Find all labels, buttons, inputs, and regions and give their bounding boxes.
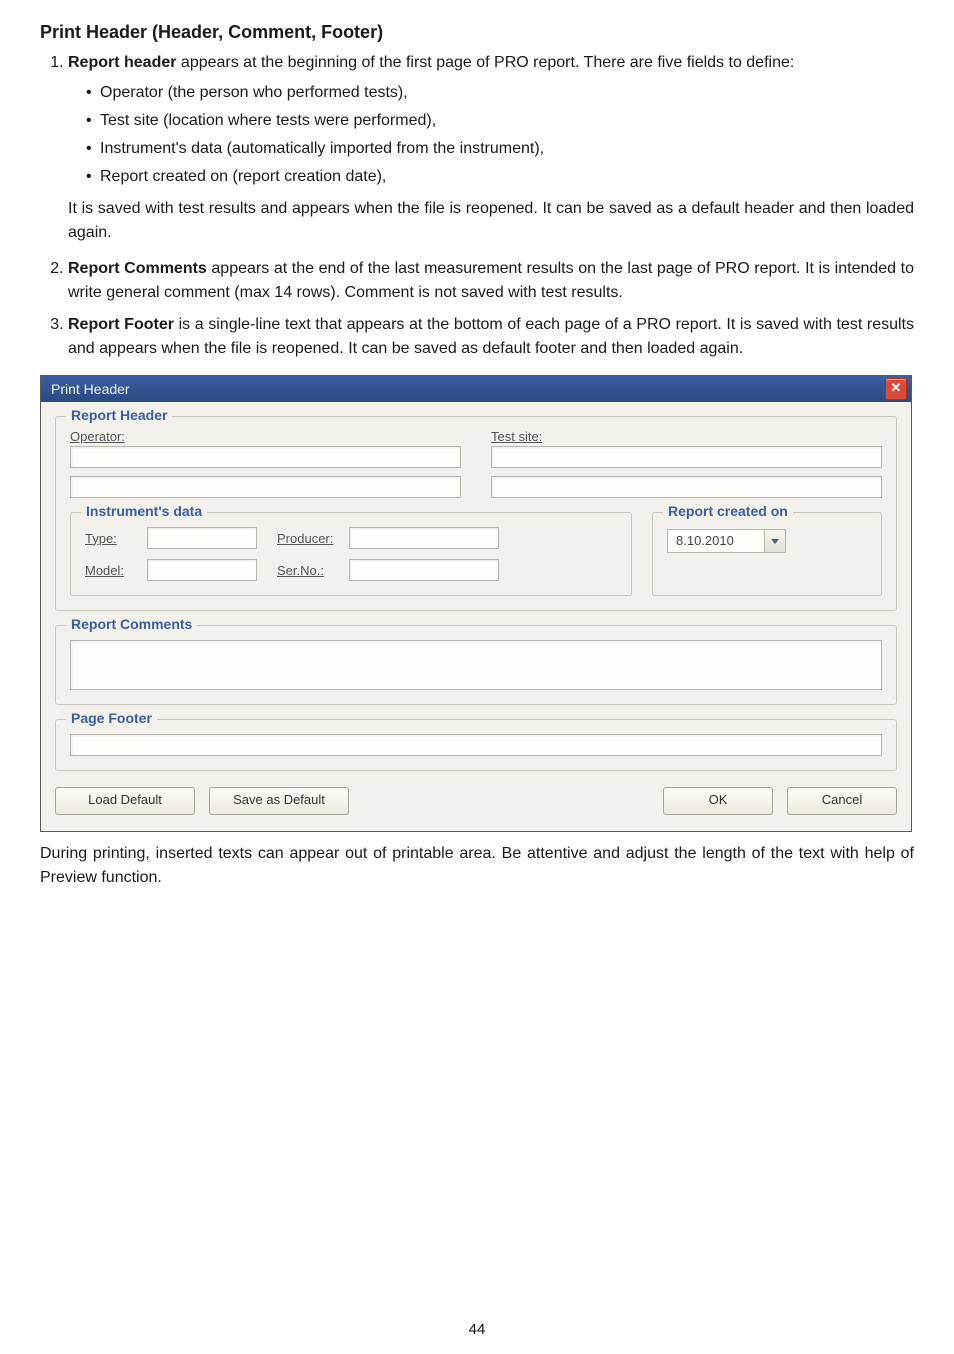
sub-bullet-list: Operator (the person who performed tests… [86, 81, 914, 189]
producer-input[interactable] [349, 527, 499, 549]
list-item: Report created on (report creation date)… [86, 165, 914, 189]
operator-input-2[interactable] [70, 476, 461, 498]
close-icon: ✕ [891, 380, 902, 395]
item-tail: is a single-line text that appears at th… [68, 316, 914, 357]
serno-label: Ser.No.: [277, 563, 341, 578]
group-report-header: Report Header Operator: Test site: Instr… [55, 416, 897, 611]
load-default-button[interactable]: Load Default [55, 787, 195, 815]
cancel-button[interactable]: Cancel [787, 787, 897, 815]
group-legend: Instrument's data [81, 503, 207, 519]
section-title: Print Header (Header, Comment, Footer) [40, 22, 914, 43]
group-legend: Report Header [66, 407, 172, 423]
dialog-title: Print Header [51, 381, 130, 397]
item-lead: Report header [68, 54, 176, 71]
report-date-value: 8.10.2010 [668, 530, 764, 552]
model-label: Model: [85, 563, 139, 578]
page-number: 44 [0, 1321, 954, 1338]
dialog-titlebar: Print Header ✕ [41, 376, 911, 402]
group-report-comments: Report Comments [55, 625, 897, 705]
type-input[interactable] [147, 527, 257, 549]
test-site-input-2[interactable] [491, 476, 882, 498]
list-item: Report Comments appears at the end of th… [68, 257, 914, 305]
item-tail: appears at the beginning of the first pa… [176, 54, 794, 71]
list-item: Report header appears at the beginning o… [68, 51, 914, 245]
closing-note: During printing, inserted texts can appe… [40, 842, 914, 890]
model-input[interactable] [147, 559, 257, 581]
list-item: Operator (the person who performed tests… [86, 81, 914, 105]
group-legend: Page Footer [66, 710, 157, 726]
group-instrument-data: Instrument's data Type: Model: [70, 512, 632, 596]
date-dropdown-button[interactable] [764, 530, 785, 552]
operator-input[interactable] [70, 446, 461, 468]
main-numbered-list: Report header appears at the beginning o… [68, 51, 914, 361]
group-legend: Report Comments [66, 616, 197, 632]
group-report-created-on: Report created on 8.10.2010 [652, 512, 882, 596]
producer-label: Producer: [277, 531, 341, 546]
report-date-picker[interactable]: 8.10.2010 [667, 529, 786, 553]
serno-input[interactable] [349, 559, 499, 581]
page-footer-input[interactable] [70, 734, 882, 756]
group-legend: Report created on [663, 503, 793, 519]
dialog-button-row: Load Default Save as Default OK Cancel [41, 771, 911, 831]
chevron-down-icon [771, 539, 779, 544]
operator-label: Operator: [70, 429, 461, 444]
list-item: Test site (location where tests were per… [86, 109, 914, 133]
print-header-dialog: Print Header ✕ Report Header Operator: T… [40, 375, 912, 832]
test-site-label: Test site: [491, 429, 882, 444]
list-item: Report Footer is a single-line text that… [68, 313, 914, 361]
report-comments-input[interactable] [70, 640, 882, 690]
after-bullets-paragraph: It is saved with test results and appear… [68, 197, 914, 245]
close-button[interactable]: ✕ [885, 378, 907, 400]
item-lead: Report Comments [68, 260, 207, 277]
save-as-default-button[interactable]: Save as Default [209, 787, 349, 815]
test-site-input[interactable] [491, 446, 882, 468]
item-lead: Report Footer [68, 316, 174, 333]
group-page-footer: Page Footer [55, 719, 897, 771]
ok-button[interactable]: OK [663, 787, 773, 815]
list-item: Instrument's data (automatically importe… [86, 137, 914, 161]
type-label: Type: [85, 531, 139, 546]
